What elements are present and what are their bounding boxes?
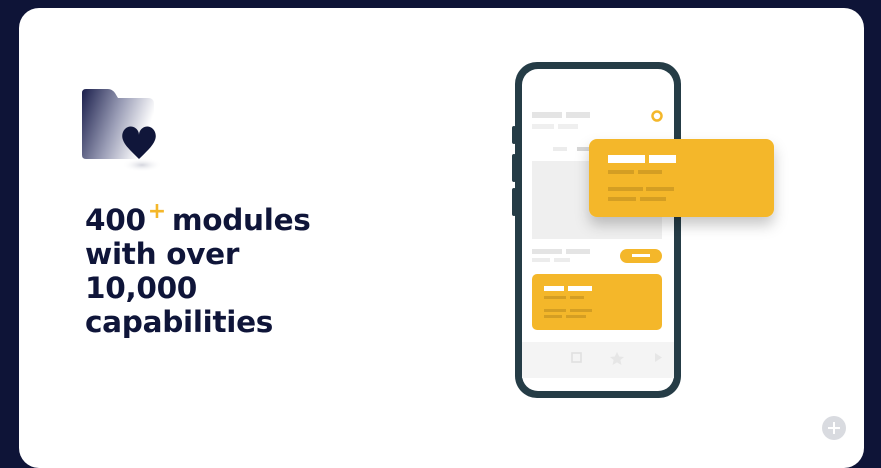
plus-icon [828,422,840,434]
floating-yellow-card [589,139,774,217]
hero-card: 400+ modules with over 10,000 capabilitie… [19,8,864,468]
bottom-nav [522,342,674,378]
phone-illustration [512,62,774,398]
add-button[interactable] [822,416,846,440]
inner-yellow-card [532,274,662,330]
